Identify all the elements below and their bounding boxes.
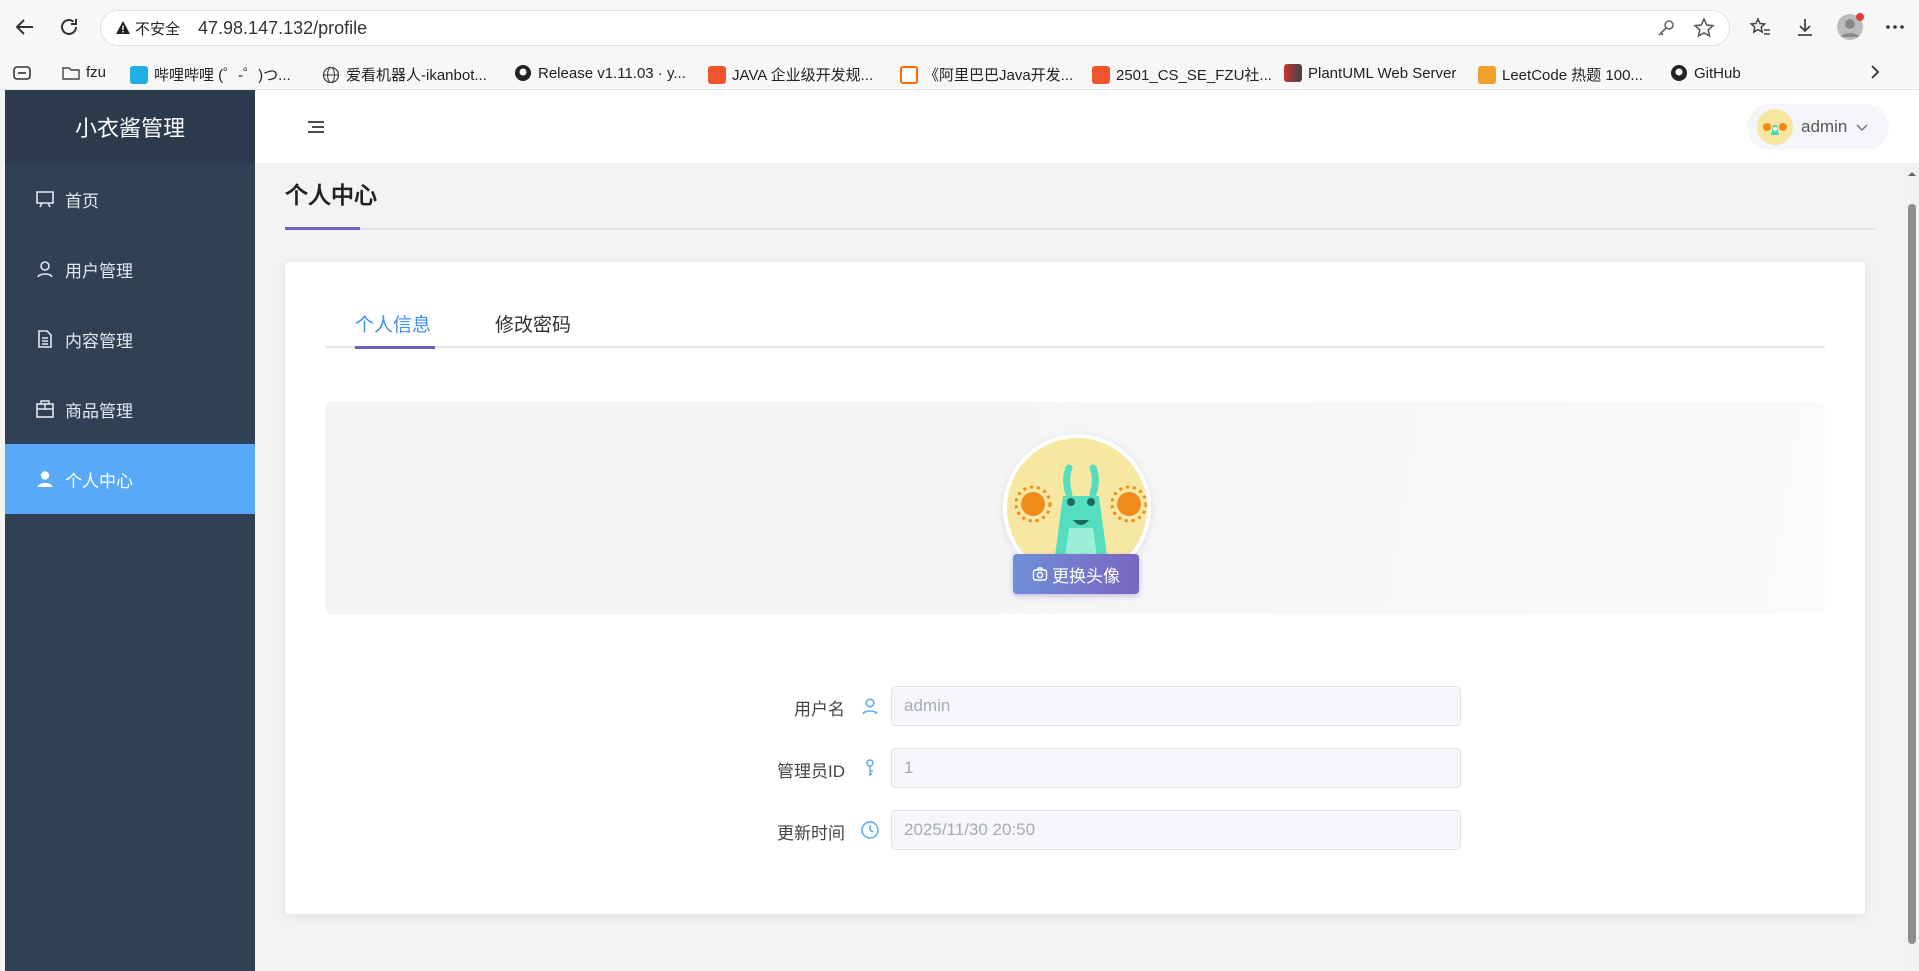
user-icon	[862, 698, 878, 715]
profile-tabs: 个人信息 修改密码	[325, 310, 1825, 349]
tab-actions-icon[interactable]	[12, 64, 32, 82]
user-dropdown[interactable]: admin	[1747, 104, 1889, 150]
bookmark-label: PlantUML Web Server	[1308, 64, 1457, 82]
plantuml-icon	[1284, 64, 1302, 82]
scrollbar-thumb[interactable]	[1908, 204, 1916, 944]
security-warning[interactable]: 不安全	[115, 18, 180, 39]
bookmark-label: JAVA 企业级开发规...	[732, 67, 874, 84]
camera-icon	[1032, 567, 1048, 581]
more-options-icon[interactable]	[1880, 12, 1910, 42]
sidebar-item-label: 用户管理	[65, 261, 133, 281]
change-avatar-label: 更换头像	[1052, 566, 1120, 586]
github-icon	[515, 65, 531, 81]
menu-toggle-icon[interactable]	[305, 116, 327, 138]
bookmark-label: 《阿里巴巴Java开发...	[924, 67, 1074, 84]
sidebar-item-goods[interactable]: 商品管理	[5, 374, 255, 444]
avatar	[1757, 109, 1793, 145]
profile-card: 个人信息 修改密码 更换头像 用户名 admin 管理员ID 1 更新时间 20…	[285, 262, 1865, 914]
reload-icon[interactable]	[54, 12, 84, 42]
bookmark-label: 哔哩哔哩 (゜-゜)つ...	[154, 67, 291, 84]
bookmark-label: 爱看机器人-ikanbot...	[346, 67, 487, 84]
main-content: 个人中心 个人信息 修改密码 更换头像 用户名 admin 管理员ID 1 更新…	[255, 164, 1905, 971]
warning-icon	[116, 21, 130, 34]
username-label: 用户名	[794, 700, 845, 719]
bookmark-label: GitHub	[1694, 64, 1741, 82]
app-root: 小衣酱管理 首页 用户管理 内容管理 商品管理 个人中心 admin 个人中心 …	[5, 90, 1919, 971]
user-filled-icon	[37, 471, 53, 487]
security-label: 不安全	[135, 20, 181, 38]
bookmark-release[interactable]: Release v1.11.03 · y...	[514, 64, 686, 82]
avatar-panel: 更换头像	[325, 402, 1825, 614]
updated-time-label: 更新时间	[777, 824, 845, 843]
sidebar-item-home[interactable]: 首页	[5, 164, 255, 234]
bookmark-ikanbot[interactable]: 爱看机器人-ikanbot...	[322, 64, 487, 85]
sidebar-item-profile[interactable]: 个人中心	[5, 444, 255, 514]
sidebar: 小衣酱管理 首页 用户管理 内容管理 商品管理 个人中心	[5, 90, 255, 971]
address-bar[interactable]: 不安全 47.98.147.132/profile	[100, 10, 1730, 46]
active-tab-indicator	[355, 346, 435, 349]
page-scrollbar[interactable]	[1905, 164, 1919, 971]
form-row-admin-id: 管理员ID	[725, 748, 1465, 788]
username-field[interactable]	[891, 686, 1461, 726]
sidebar-item-label: 商品管理	[65, 401, 133, 421]
admin-id-field[interactable]	[891, 748, 1461, 788]
aliyun-icon	[900, 65, 918, 84]
sidebar-item-label: 个人中心	[65, 471, 133, 491]
download-icon[interactable]	[1790, 12, 1820, 42]
scroll-up-icon[interactable]	[1905, 168, 1919, 180]
sidebar-item-content[interactable]: 内容管理	[5, 304, 255, 374]
key-icon	[866, 759, 874, 776]
change-avatar-button[interactable]: 更换头像	[1013, 554, 1139, 594]
bookmark-github[interactable]: GitHub	[1670, 64, 1741, 82]
document-icon	[38, 330, 52, 348]
tab-personal-info[interactable]: 个人信息	[355, 310, 431, 337]
profile-avatar-icon[interactable]	[1835, 12, 1865, 42]
github-icon	[1671, 65, 1687, 81]
bookmark-label: 2501_CS_SE_FZU社...	[1116, 67, 1272, 84]
url-text[interactable]: 47.98.147.132/profile	[198, 18, 367, 39]
leetcode-icon	[1478, 65, 1496, 84]
key-icon[interactable]	[1655, 17, 1677, 39]
updated-time-field[interactable]	[891, 810, 1461, 850]
bookmarks-bar: fzu 哔哩哔哩 (゜-゜)つ... 爱看机器人-ikanbot... Rele…	[0, 56, 1919, 90]
monitor-icon	[36, 191, 54, 208]
csdn-icon	[1092, 65, 1110, 84]
admin-id-label: 管理员ID	[777, 762, 845, 781]
chevron-right-icon[interactable]	[1868, 64, 1882, 80]
form-row-updated-time: 更新时间	[725, 810, 1465, 850]
bookmark-label: fzu	[86, 64, 107, 81]
user-icon	[37, 261, 53, 278]
favorite-star-icon[interactable]	[1693, 17, 1715, 39]
bookmark-fzu[interactable]: fzu	[62, 64, 106, 81]
bookmark-leetcode[interactable]: LeetCode 热题 100...	[1478, 64, 1643, 85]
bookmark-label: Release v1.11.03 · y...	[538, 64, 686, 82]
sidebar-item-label: 首页	[65, 191, 99, 211]
bookmark-plantuml[interactable]: PlantUML Web Server	[1284, 64, 1456, 82]
form-row-username: 用户名	[725, 686, 1465, 726]
folder-icon	[62, 66, 80, 80]
bilibili-icon	[130, 65, 148, 84]
chevron-down-icon	[1856, 124, 1868, 132]
bookmark-bilibili[interactable]: 哔哩哔哩 (゜-゜)つ...	[130, 64, 291, 85]
box-icon	[36, 400, 54, 418]
back-icon[interactable]	[10, 12, 40, 42]
tab-change-password[interactable]: 修改密码	[495, 310, 571, 337]
favorites-icon[interactable]	[1745, 12, 1775, 42]
title-divider	[285, 227, 1875, 230]
bookmark-label: LeetCode 热题 100...	[1502, 67, 1643, 84]
sidebar-item-label: 内容管理	[65, 331, 133, 351]
bookmark-alibaba-java[interactable]: 《阿里巴巴Java开发...	[900, 64, 1073, 85]
browser-toolbar: 不安全 47.98.147.132/profile	[0, 0, 1919, 56]
app-header: admin	[255, 90, 1919, 164]
header-username: admin	[1801, 117, 1848, 136]
bookmark-cs-se[interactable]: 2501_CS_SE_FZU社...	[1092, 64, 1272, 85]
clock-icon	[861, 821, 879, 839]
csdn-icon	[708, 65, 726, 84]
bookmark-java-spec[interactable]: JAVA 企业级开发规...	[708, 64, 873, 85]
app-title: 小衣酱管理	[5, 90, 255, 164]
page-title: 个人中心	[285, 182, 377, 208]
sidebar-item-users[interactable]: 用户管理	[5, 234, 255, 304]
globe-icon	[322, 66, 340, 83]
